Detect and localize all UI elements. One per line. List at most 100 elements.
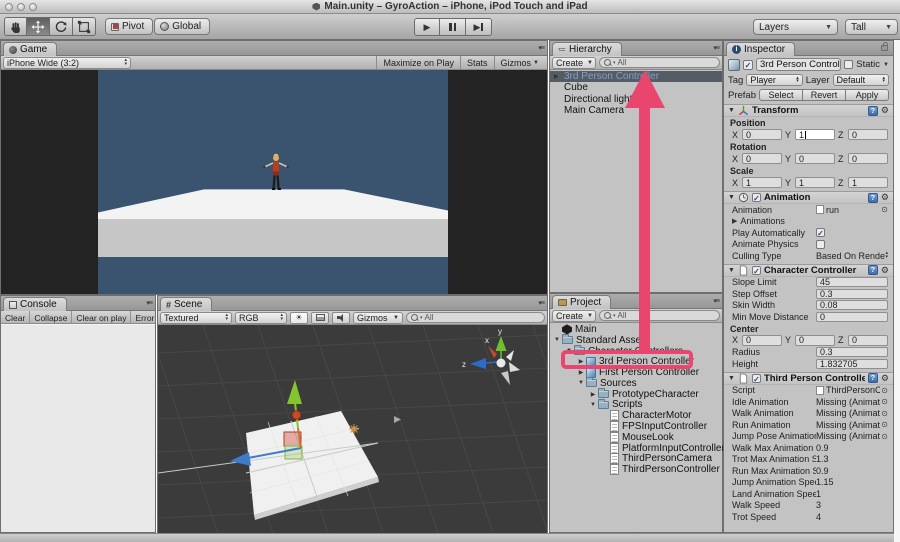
animations-foldout-row[interactable]: ▶ Animations	[724, 216, 893, 228]
tab-project[interactable]: Project	[552, 295, 612, 309]
rotation-z-field[interactable]: 0	[848, 153, 888, 164]
expander-icon[interactable]: ▼	[576, 380, 586, 386]
pause-button[interactable]	[440, 18, 466, 36]
project-item[interactable]: Main	[550, 324, 722, 335]
panel-menu-icon[interactable]: ▾≡	[538, 44, 545, 52]
color-mode-dropdown[interactable]: RGB ▴ ▾	[235, 311, 287, 324]
third-person-controller-header[interactable]: ▼ ✓ Third Person Controller (Sc ? ⚙	[724, 371, 893, 385]
scene-gizmos-dropdown[interactable]: Gizmos ▼	[353, 311, 403, 324]
aspect-ratio-dropdown[interactable]: iPhone Wide (3:2) ▴ ▾	[3, 56, 131, 69]
tab-inspector[interactable]: i Inspector	[726, 42, 796, 56]
expander-icon[interactable]: ▼	[552, 337, 562, 343]
prefab-select-button[interactable]: Select	[759, 89, 803, 101]
property-value[interactable]: 0.9	[816, 443, 888, 453]
object-picker-icon[interactable]: ⊙	[880, 205, 888, 214]
project-create-dropdown[interactable]: Create ▼	[552, 309, 596, 322]
move-tool-button[interactable]	[27, 17, 50, 36]
object-picker-icon[interactable]: ⊙	[880, 420, 888, 429]
gear-icon[interactable]: ⚙	[881, 373, 889, 384]
project-item[interactable]: ▶ PrototypeCharacter	[550, 388, 722, 400]
project-item[interactable]: PlatformInputController	[550, 442, 725, 454]
step-button[interactable]: ▶	[466, 18, 492, 36]
help-icon[interactable]: ?	[867, 265, 878, 275]
culling-type-dropdown[interactable]: Based On Render	[816, 251, 885, 261]
project-item[interactable]: ▼ Scripts	[550, 398, 722, 410]
play-automatically-checkbox[interactable]: ✓	[816, 228, 825, 238]
object-picker-icon[interactable]: ⊙	[880, 386, 888, 395]
console-button[interactable]: Collapse	[30, 311, 73, 324]
gear-icon[interactable]: ⚙	[881, 265, 889, 276]
sun-gizmo-icon[interactable]	[349, 424, 359, 434]
audio-toggle[interactable]	[332, 311, 350, 324]
project-item[interactable]: FPSInputController	[550, 421, 722, 433]
property-value[interactable]: 4	[816, 512, 888, 522]
scene-lighting-toggle[interactable]: ☀	[290, 311, 308, 324]
panel-menu-icon[interactable]: ▾≡	[713, 297, 720, 305]
active-checkbox[interactable]: ✓	[743, 59, 753, 70]
project-item[interactable]: ThirdPersonCamera	[550, 453, 722, 465]
position-z-field[interactable]: 0	[848, 129, 888, 140]
foldout-icon[interactable]: ▶	[732, 217, 737, 225]
scale-z-field[interactable]: 1	[848, 177, 888, 188]
project-item[interactable]: ThirdPersonController	[550, 464, 722, 476]
expander-icon[interactable]: ▼	[588, 402, 598, 408]
object-picker-icon[interactable]: ⊙	[880, 409, 888, 418]
help-icon[interactable]: ?	[867, 105, 878, 116]
layers-dropdown[interactable]: Layers ▼	[753, 19, 838, 35]
foldout-icon[interactable]: ▼	[728, 107, 735, 114]
minimize-window-button[interactable]	[17, 3, 25, 11]
property-value[interactable]: 3	[816, 500, 888, 510]
project-search-input[interactable]: ▾ All	[599, 310, 720, 321]
zoom-window-button[interactable]	[29, 3, 37, 11]
project-item[interactable]: ▼ Standard Assets	[550, 334, 722, 346]
character-controller-header[interactable]: ▼ ✓ Character Controller ? ⚙	[724, 263, 893, 277]
center-x-field[interactable]: 0	[742, 334, 782, 346]
scale-x-field[interactable]: 1	[742, 177, 782, 188]
animation-clip-value[interactable]: run	[826, 205, 880, 215]
scale-y-field[interactable]: 1	[795, 177, 835, 188]
hierarchy-search-input[interactable]: ▾ All	[599, 57, 720, 68]
scene-viewport[interactable]: y x z	[158, 325, 547, 533]
position-x-field[interactable]: 0	[742, 129, 782, 140]
global-toggle-button[interactable]: Global	[154, 18, 211, 35]
property-value[interactable]: 0	[816, 311, 888, 322]
gear-icon[interactable]: ⚙	[881, 192, 889, 203]
project-item[interactable]: ▼ Sources	[550, 377, 722, 389]
play-button[interactable]: ▶	[414, 18, 440, 36]
maximize-on-play-button[interactable]: Maximize on Play	[376, 55, 460, 70]
hierarchy-create-dropdown[interactable]: Create ▼	[552, 56, 596, 69]
gear-icon[interactable]: ⚙	[881, 105, 889, 116]
property-value[interactable]: 45	[816, 277, 888, 288]
rotation-x-field[interactable]: 0	[742, 153, 782, 164]
property-value[interactable]: 1.3	[816, 454, 888, 464]
chevron-down-icon[interactable]: ▼	[883, 62, 889, 68]
close-window-button[interactable]	[5, 3, 13, 11]
transform-component-header[interactable]: ▼ Transform ? ⚙	[724, 104, 893, 117]
center-z-field[interactable]: 0	[848, 334, 888, 346]
help-icon[interactable]: ?	[867, 192, 878, 203]
script-value[interactable]: ThirdPersonCc	[826, 385, 880, 395]
stats-button[interactable]: Stats	[460, 55, 494, 70]
property-value[interactable]: 1.832705	[816, 358, 888, 369]
object-picker-icon[interactable]: ⊙	[880, 397, 888, 406]
property-value[interactable]: 1.15	[816, 477, 888, 487]
animate-physics-checkbox[interactable]	[816, 239, 825, 249]
project-item[interactable]: CharacterMotor	[550, 410, 722, 422]
object-reference-value[interactable]: Missing (Animatio	[816, 408, 880, 418]
console-button[interactable]: Clear on play	[72, 311, 132, 324]
component-enabled-checkbox[interactable]: ✓	[751, 193, 761, 203]
rotation-y-field[interactable]: 0	[795, 153, 835, 164]
help-icon[interactable]: ?	[867, 373, 878, 383]
tag-dropdown[interactable]: Player ▴ ▾	[746, 74, 803, 86]
object-reference-value[interactable]: Missing (Animatio	[816, 420, 880, 430]
rotate-tool-button[interactable]	[50, 17, 73, 36]
project-item[interactable]: MouseLook	[550, 431, 722, 443]
object-reference-value[interactable]: Missing (Animatio	[816, 397, 880, 407]
property-value[interactable]: 0.9	[816, 466, 888, 476]
game-gizmos-dropdown[interactable]: Gizmos ▼	[493, 55, 545, 70]
property-value[interactable]: 0.08	[816, 300, 888, 311]
panel-menu-icon[interactable]: ▾≡	[538, 299, 545, 307]
static-checkbox[interactable]	[844, 60, 854, 69]
lock-icon[interactable]	[881, 42, 888, 51]
foldout-icon[interactable]: ▼	[728, 267, 735, 274]
